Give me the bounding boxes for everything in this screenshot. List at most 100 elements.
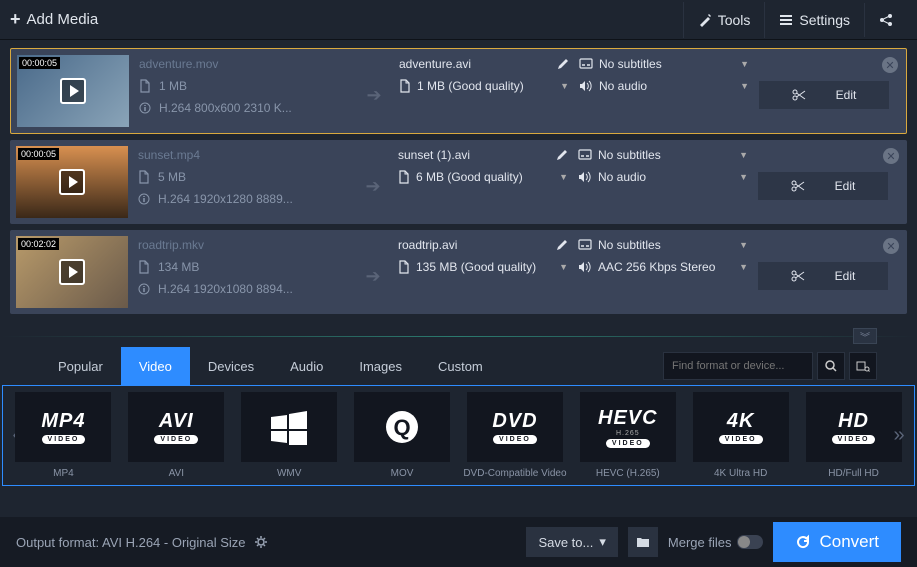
play-icon[interactable]: [60, 78, 86, 104]
info-icon: [139, 102, 151, 114]
output-size: 6 MB (Good quality): [416, 170, 523, 184]
edit-button[interactable]: Edit: [758, 172, 888, 200]
speaker-icon: [578, 171, 592, 183]
format-label: DVD-Compatible Video: [463, 468, 566, 479]
thumbnail[interactable]: 00:00:05: [16, 146, 128, 218]
format-tab-video[interactable]: Video: [121, 347, 190, 385]
edit-button[interactable]: Edit: [758, 262, 888, 290]
format-next[interactable]: »: [889, 386, 909, 486]
subtitle-icon: [578, 239, 592, 251]
chevron-down-icon[interactable]: ▼: [739, 150, 748, 160]
format-tab-popular[interactable]: Popular: [40, 347, 121, 385]
search-advanced-button[interactable]: [849, 352, 877, 380]
settings-button[interactable]: Settings: [764, 2, 864, 38]
format-tabs: PopularVideoDevicesAudioImagesCustom: [40, 347, 877, 385]
format-item-hevc-h-265-[interactable]: HEVCH.265VIDEO HEVC (H.265): [573, 392, 682, 479]
remove-button[interactable]: ✕: [882, 57, 898, 73]
scissors-icon: [791, 180, 805, 192]
source-codec: H.264 1920x1080 8894...: [158, 282, 293, 296]
file-icon: [138, 260, 150, 274]
thumbnail[interactable]: 00:02:02: [16, 236, 128, 308]
save-to-button[interactable]: Save to... ▾: [526, 527, 617, 557]
source-filename: sunset.mp4: [138, 148, 348, 162]
file-row[interactable]: 00:02:02 roadtrip.mkv 134 MB H.264 1920x…: [10, 230, 907, 314]
play-icon[interactable]: [59, 259, 85, 285]
chevron-down-icon[interactable]: ▼: [740, 59, 749, 69]
format-icon: Q: [354, 392, 450, 462]
format-tab-audio[interactable]: Audio: [272, 347, 341, 385]
speaker-icon: [578, 261, 592, 273]
format-item-avi[interactable]: AVIVIDEO AVI: [122, 392, 231, 479]
chevron-down-icon[interactable]: ▼: [739, 262, 748, 272]
format-icon: 4KVIDEO: [693, 392, 789, 462]
chevron-down-icon[interactable]: ▼: [739, 240, 748, 250]
format-item-4k-ultra-hd[interactable]: 4KVIDEO 4K Ultra HD: [686, 392, 795, 479]
chevron-down-icon[interactable]: ▼: [739, 172, 748, 182]
file-icon: [399, 79, 411, 93]
convert-label: Convert: [819, 532, 879, 552]
tools-button[interactable]: Tools: [683, 2, 765, 38]
pencil-icon[interactable]: [556, 239, 568, 251]
format-tab-custom[interactable]: Custom: [420, 347, 501, 385]
format-tab-images[interactable]: Images: [341, 347, 420, 385]
format-label: AVI: [169, 468, 184, 479]
share-button[interactable]: [864, 3, 907, 37]
format-search-input[interactable]: [663, 352, 813, 380]
top-bar: + Add Media Tools Settings: [0, 0, 917, 40]
chevron-down-icon[interactable]: ▼: [559, 172, 568, 182]
chevron-down-icon: ▾: [599, 534, 606, 550]
file-row[interactable]: 00:00:05 sunset.mp4 5 MB H.264 1920x1280…: [10, 140, 907, 224]
file-icon: [398, 170, 410, 184]
audio-value: No audio: [599, 79, 647, 93]
subtitle-value: No subtitles: [599, 57, 662, 71]
gear-icon[interactable]: [254, 535, 268, 549]
format-label: MP4: [53, 468, 74, 479]
chevron-down-icon[interactable]: ▼: [560, 81, 569, 91]
subtitle-icon: [579, 58, 593, 70]
scissors-icon: [791, 270, 805, 282]
open-folder-button[interactable]: [628, 527, 658, 557]
format-icon: HDVIDEO: [806, 392, 902, 462]
pencil-icon[interactable]: [557, 58, 569, 70]
merge-toggle[interactable]: [737, 535, 763, 549]
play-icon[interactable]: [59, 169, 85, 195]
collapse-toggle[interactable]: ︾: [853, 328, 877, 344]
arrow-right-icon: ➔: [365, 266, 380, 287]
duration-badge: 00:02:02: [18, 238, 59, 250]
source-size: 1 MB: [159, 79, 187, 93]
source-filename: adventure.mov: [139, 57, 349, 71]
edit-label: Edit: [835, 179, 856, 193]
info-icon: [138, 193, 150, 205]
menu-icon: [779, 13, 793, 27]
source-codec: H.264 1920x1280 8889...: [158, 192, 293, 206]
output-format-text: Output format: AVI H.264 - Original Size: [16, 535, 246, 550]
file-icon: [139, 79, 151, 93]
format-item-dvd-compatible-video[interactable]: DVDVIDEO DVD-Compatible Video: [461, 392, 570, 479]
format-item-wmv[interactable]: WMV: [235, 392, 344, 479]
file-list: 00:00:05 adventure.mov 1 MB H.264 800x60…: [0, 40, 917, 328]
edit-label: Edit: [835, 269, 856, 283]
add-media-button[interactable]: + Add Media: [10, 9, 98, 30]
file-row[interactable]: 00:00:05 adventure.mov 1 MB H.264 800x60…: [10, 48, 907, 134]
output-filename: roadtrip.avi: [398, 238, 457, 252]
bottom-bar: Output format: AVI H.264 - Original Size…: [0, 517, 917, 567]
remove-button[interactable]: ✕: [883, 148, 899, 164]
search-button[interactable]: [817, 352, 845, 380]
remove-button[interactable]: ✕: [883, 238, 899, 254]
format-label: HD/Full HD: [828, 468, 879, 479]
format-tab-devices[interactable]: Devices: [190, 347, 272, 385]
chevron-down-icon[interactable]: ▼: [740, 81, 749, 91]
source-filename: roadtrip.mkv: [138, 238, 348, 252]
file-icon: [398, 260, 410, 274]
output-size: 135 MB (Good quality): [416, 260, 536, 274]
edit-button[interactable]: Edit: [759, 81, 889, 109]
format-item-mov[interactable]: Q MOV: [348, 392, 457, 479]
settings-label: Settings: [799, 12, 850, 28]
format-label: WMV: [277, 468, 301, 479]
format-item-mp4[interactable]: MP4VIDEO MP4: [9, 392, 118, 479]
convert-button[interactable]: Convert: [773, 522, 901, 562]
format-label: MOV: [391, 468, 414, 479]
chevron-down-icon[interactable]: ▼: [559, 262, 568, 272]
pencil-icon[interactable]: [556, 149, 568, 161]
thumbnail[interactable]: 00:00:05: [17, 55, 129, 127]
